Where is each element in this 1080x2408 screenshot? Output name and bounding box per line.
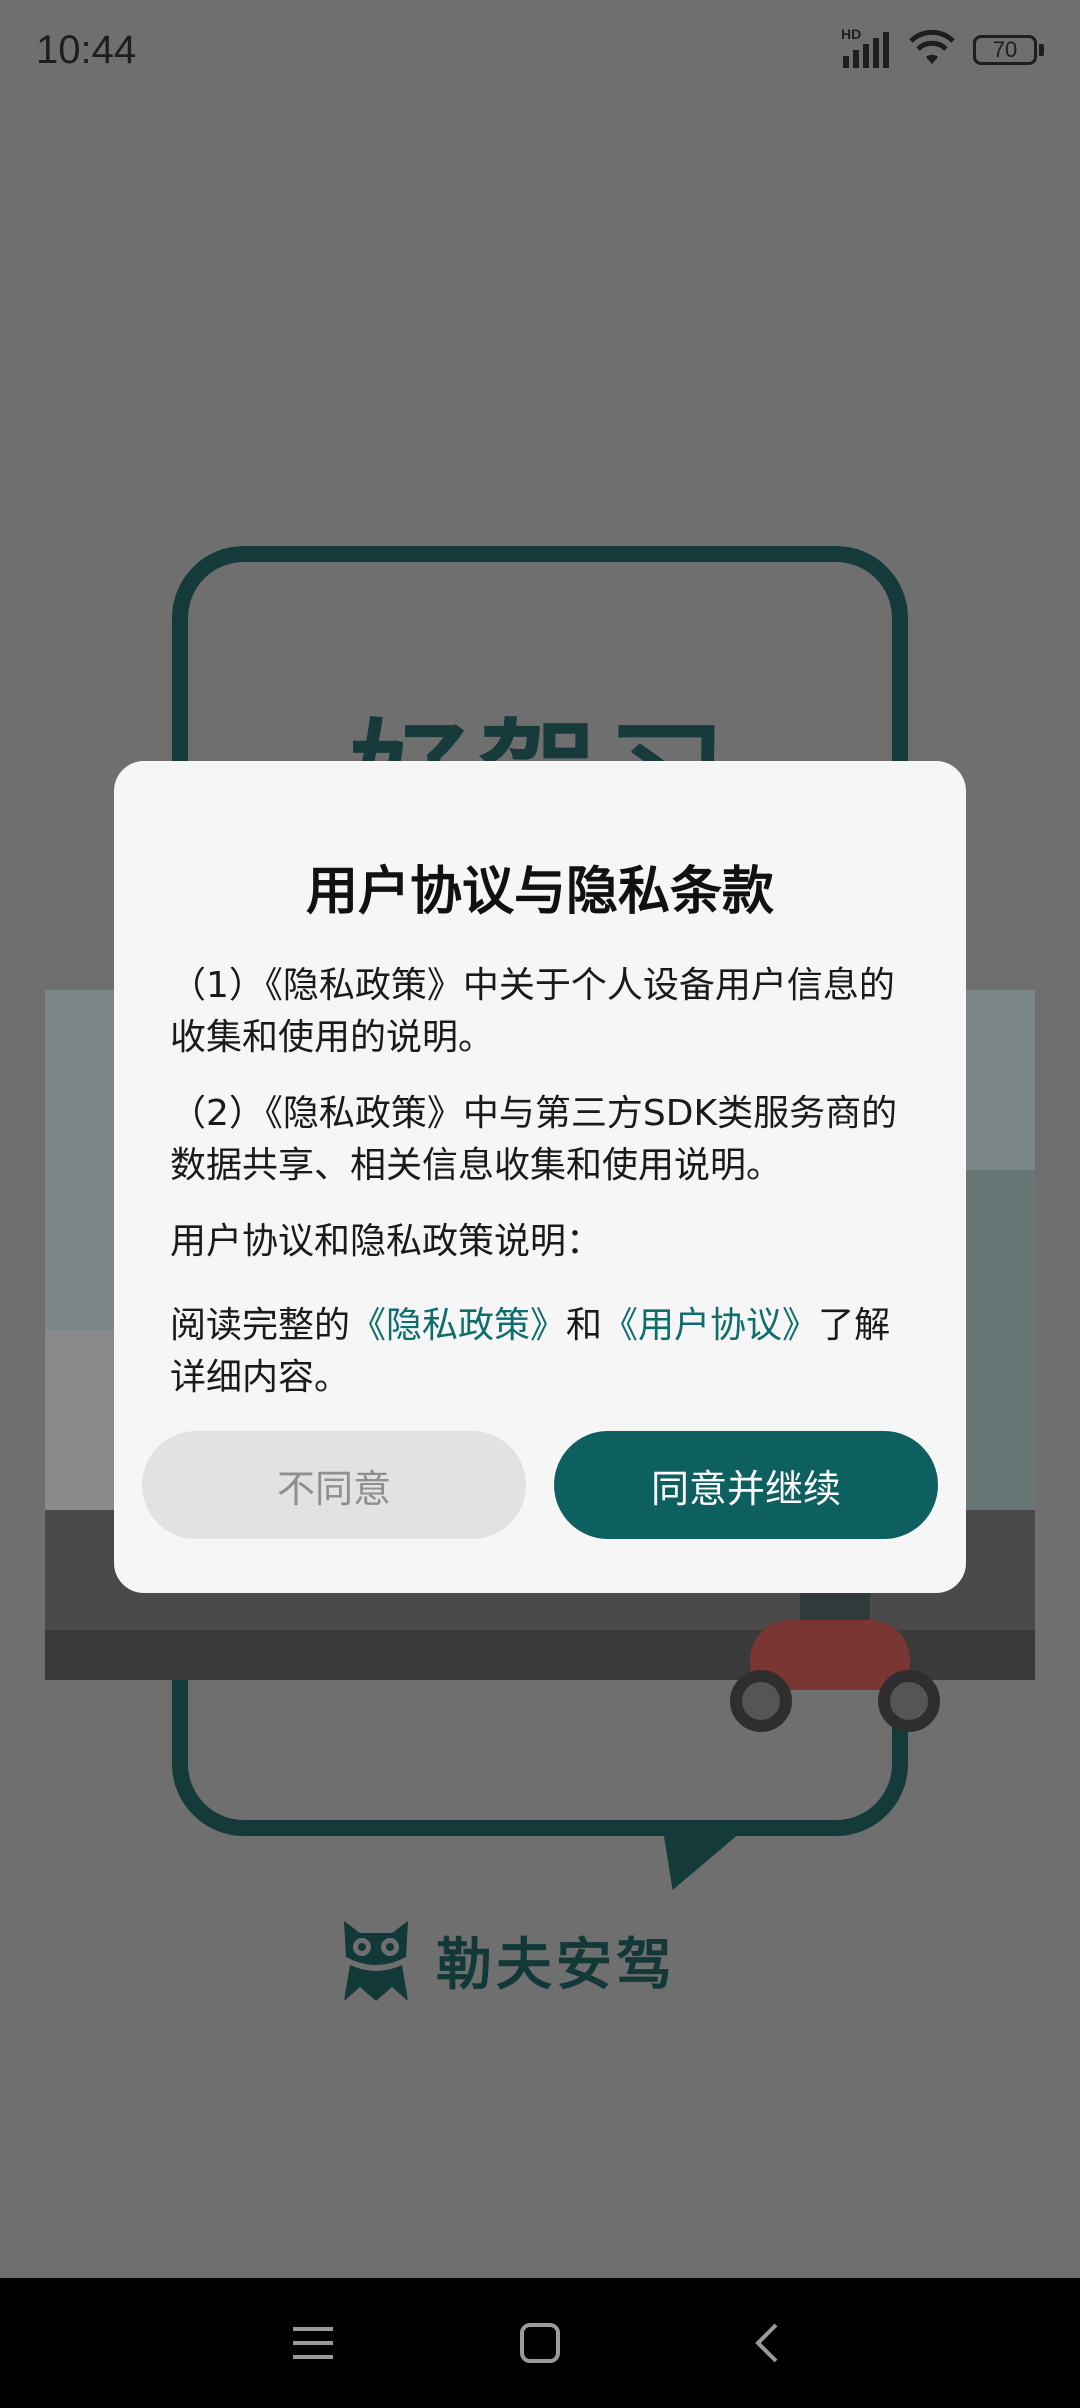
brand: 勒夫安驾: [336, 1915, 676, 2005]
agree-continue-button[interactable]: 同意并继续: [554, 1431, 938, 1539]
navigation-bar: [0, 2278, 1080, 2408]
user-agreement-link[interactable]: 《用户协议》: [602, 1305, 818, 1346]
and-text: 和: [566, 1305, 603, 1346]
dialog-item-3: 用户协议和隐私政策说明：: [170, 1221, 603, 1262]
dialog-read-more: 阅读完整的《隐私政策》和《用户协议》了解详细内容。: [170, 1300, 910, 1404]
scooter-illustration: [720, 1560, 950, 1740]
privacy-dialog: 用户协议与隐私条款 （1）《隐私政策》中关于个人设备用户信息的收集和使用的说明。…: [114, 761, 966, 1593]
home-icon[interactable]: [500, 2303, 580, 2383]
status-bar: 10:44 HD 70: [0, 0, 1080, 100]
privacy-policy-link[interactable]: 《隐私政策》: [350, 1305, 566, 1346]
dialog-buttons: 不同意 同意并继续: [142, 1431, 938, 1539]
battery-level: 70: [973, 35, 1037, 65]
dialog-item-2: （2）《隐私政策》中与第三方SDK类服务商的数据共享、相关信息收集和使用说明。: [170, 1093, 898, 1186]
disagree-button[interactable]: 不同意: [142, 1431, 526, 1539]
back-icon[interactable]: [727, 2303, 807, 2383]
status-time: 10:44: [36, 27, 137, 72]
brand-name: 勒夫安驾: [436, 1932, 676, 1998]
menu-icon[interactable]: [273, 2303, 353, 2383]
wifi-icon: [909, 29, 955, 70]
status-icons: HD 70: [841, 26, 1044, 70]
dialog-item-1: （1）《隐私政策》中关于个人设备用户信息的收集和使用的说明。: [170, 965, 895, 1058]
battery-icon: 70: [973, 35, 1044, 65]
read-prefix: 阅读完整的: [170, 1305, 351, 1346]
dialog-title: 用户协议与隐私条款: [305, 862, 774, 922]
signal-icon: HD: [841, 26, 891, 70]
owl-logo-icon: [336, 1915, 416, 2005]
